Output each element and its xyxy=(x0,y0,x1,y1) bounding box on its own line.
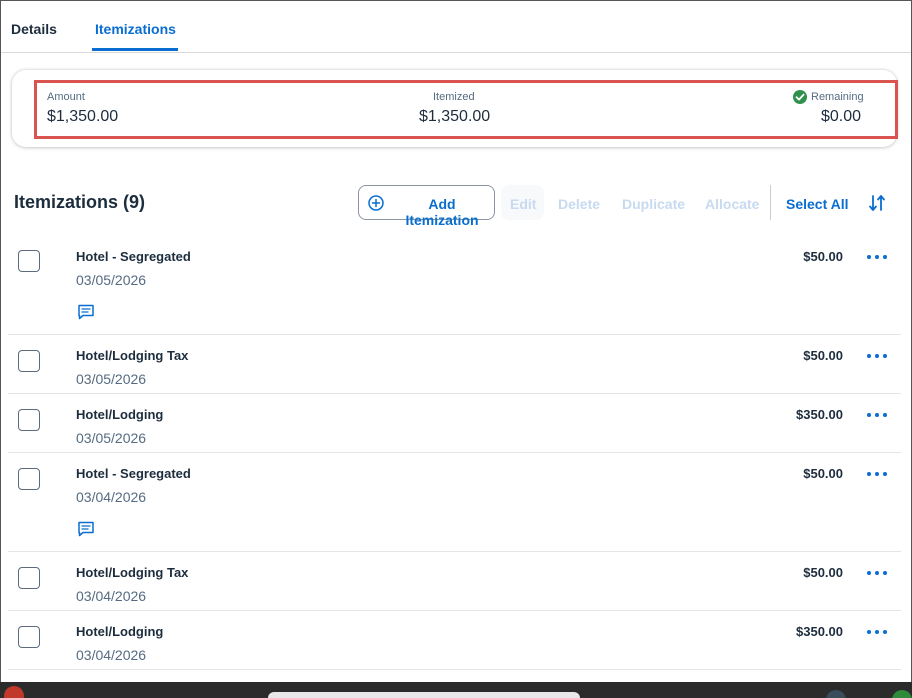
add-itemization-button[interactable]: Add Itemization xyxy=(358,185,495,228)
item-date: 03/05/2026 xyxy=(76,430,147,446)
remaining-label: Remaining xyxy=(811,91,864,103)
more-options-icon[interactable] xyxy=(866,568,888,578)
list-item[interactable]: Hotel - Segregated 03/05/2026 $50.00 xyxy=(8,237,901,335)
item-amount: $50.00 xyxy=(803,348,843,363)
comment-icon[interactable] xyxy=(77,520,95,538)
list-item[interactable]: Hotel/Lodging Tax 03/05/2026 $50.00 xyxy=(8,335,901,394)
list-item[interactable]: Hotel/Lodging Tax 03/04/2026 $50.00 xyxy=(8,552,901,611)
active-tab-indicator xyxy=(92,48,178,51)
item-date: 03/05/2026 xyxy=(76,272,147,288)
item-name: Hotel/Lodging Tax xyxy=(76,348,189,363)
tab-bar: Details Itemizations xyxy=(1,1,911,53)
list-item[interactable]: Hotel/Lodging 03/05/2026 $350.00 xyxy=(8,394,901,453)
edit-button[interactable]: Edit xyxy=(510,196,536,212)
more-options-icon[interactable] xyxy=(866,469,888,479)
delete-button[interactable]: Delete xyxy=(558,196,600,212)
row-checkbox[interactable] xyxy=(18,626,40,648)
amount-value: $1,350.00 xyxy=(47,108,119,125)
taskbar-search-bar[interactable] xyxy=(268,692,580,698)
list-item[interactable]: Hotel - Segregated 03/04/2026 $50.00 xyxy=(8,453,901,552)
sort-icon[interactable] xyxy=(867,193,887,213)
row-checkbox[interactable] xyxy=(18,468,40,490)
row-checkbox[interactable] xyxy=(18,409,40,431)
item-date: 03/05/2026 xyxy=(76,371,147,387)
more-options-icon[interactable] xyxy=(866,351,888,361)
list-item[interactable]: Hotel/Lodging 03/04/2026 $350.00 xyxy=(8,611,901,670)
allocate-button[interactable]: Allocate xyxy=(705,196,759,212)
more-options-icon[interactable] xyxy=(866,410,888,420)
comment-icon[interactable] xyxy=(77,303,95,321)
item-amount: $50.00 xyxy=(803,466,843,481)
more-options-icon[interactable] xyxy=(866,627,888,637)
item-amount: $50.00 xyxy=(803,249,843,264)
item-amount: $50.00 xyxy=(803,565,843,580)
select-all-button[interactable]: Select All xyxy=(786,196,849,212)
tab-details[interactable]: Details xyxy=(11,21,57,37)
add-itemization-label: Add Itemization xyxy=(405,196,479,228)
item-name: Hotel - Segregated xyxy=(76,466,191,481)
item-date: 03/04/2026 xyxy=(76,647,147,663)
item-name: Hotel/Lodging xyxy=(76,407,164,422)
toolbar-divider xyxy=(770,185,771,220)
amount-label: Amount xyxy=(47,91,85,103)
item-amount: $350.00 xyxy=(796,407,843,422)
check-circle-icon xyxy=(793,90,807,104)
item-amount: $350.00 xyxy=(796,624,843,639)
itemized-label: Itemized xyxy=(433,91,475,103)
itemizations-title: Itemizations (9) xyxy=(14,192,146,212)
row-checkbox[interactable] xyxy=(18,350,40,372)
duplicate-button[interactable]: Duplicate xyxy=(622,196,685,212)
item-date: 03/04/2026 xyxy=(76,489,147,505)
tab-itemizations[interactable]: Itemizations xyxy=(95,21,176,37)
row-checkbox[interactable] xyxy=(18,250,40,272)
remaining-value: $0.00 xyxy=(821,108,862,125)
itemized-value: $1,350.00 xyxy=(419,108,491,125)
item-date: 03/04/2026 xyxy=(76,588,147,604)
add-circle-icon xyxy=(368,195,384,211)
item-name: Hotel/Lodging xyxy=(76,624,164,639)
more-options-icon[interactable] xyxy=(866,252,888,262)
item-name: Hotel/Lodging Tax xyxy=(76,565,189,580)
item-name: Hotel - Segregated xyxy=(76,249,191,264)
itemizations-panel: Details Itemizations Amount $1,350.00 It… xyxy=(0,0,912,682)
itemization-list: Hotel - Segregated 03/05/2026 $50.00 Hot… xyxy=(8,237,901,670)
row-checkbox[interactable] xyxy=(18,567,40,589)
